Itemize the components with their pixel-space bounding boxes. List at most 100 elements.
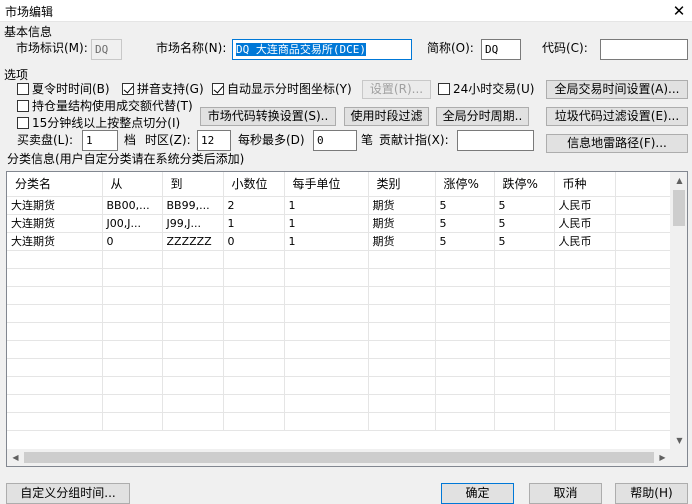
table-row[interactable]: 大连期货 BB00,... BB99,... 2 1 期货 5 5 人民币 (7, 196, 674, 215)
column-header[interactable]: 到 (162, 172, 224, 197)
table-cell (102, 250, 163, 269)
code-input[interactable] (600, 39, 688, 60)
max-per-second-input[interactable]: 0 (313, 130, 357, 151)
table-cell (554, 412, 616, 431)
horizontal-scrollbar[interactable]: ◀ ▶ (7, 449, 671, 466)
market-name-input[interactable]: DQ 大连商品交易所(DCE) (232, 39, 412, 60)
table-cell (368, 322, 436, 341)
table-cell: 0 (102, 232, 163, 251)
table-cell (102, 412, 163, 431)
table-cell (615, 358, 674, 377)
checkbox-box (17, 100, 29, 112)
column-header[interactable]: 小数位 (223, 172, 285, 197)
column-header[interactable]: 跌停% (494, 172, 555, 197)
table-cell (284, 394, 369, 413)
empty-table-row[interactable] (7, 304, 674, 323)
table-cell (284, 376, 369, 395)
table-cell (368, 286, 436, 305)
table-cell (494, 286, 555, 305)
table-cell: 1 (284, 232, 369, 251)
table-cell (223, 304, 285, 323)
table-cell (102, 340, 163, 359)
table-cell: 0 (223, 232, 285, 251)
table-cell: 5 (494, 196, 555, 215)
global-period-button[interactable]: 全局分时周期.. (436, 107, 529, 126)
empty-table-row[interactable] (7, 412, 674, 431)
bid-ask-input[interactable]: 1 (82, 130, 118, 151)
custom-group-time-button[interactable]: 自定义分组时间... (6, 483, 130, 504)
contribution-input[interactable] (457, 130, 534, 151)
column-header[interactable]: 涨停% (435, 172, 495, 197)
table-cell (494, 304, 555, 323)
pinyin-checkbox[interactable]: 拼音支持(G) (122, 82, 204, 98)
empty-table-row[interactable] (7, 358, 674, 377)
dst-checkbox[interactable]: 夏令时时间(B) (17, 82, 110, 98)
empty-table-row[interactable] (7, 268, 674, 287)
table-row[interactable]: 大连期货 0 ZZZZZZ 0 1 期货 5 5 人民币 (7, 232, 674, 251)
garbage-code-filter-button[interactable]: 垃圾代码过滤设置(E)... (546, 107, 688, 126)
scroll-right-icon[interactable]: ▶ (654, 449, 671, 466)
table-cell (162, 268, 224, 287)
options-group-label: 选项 (4, 68, 29, 82)
column-header[interactable]: 从 (102, 172, 163, 197)
scroll-down-icon[interactable]: ▼ (671, 432, 687, 449)
table-row[interactable]: 大连期货 J00,J... J99,J... 1 1 期货 5 5 人民币 (7, 214, 674, 233)
empty-table-row[interactable] (7, 394, 674, 413)
settings-button[interactable]: 设置(R)... (362, 80, 431, 99)
column-header[interactable]: 币种 (554, 172, 616, 197)
empty-table-row[interactable] (7, 376, 674, 395)
table-cell (615, 196, 674, 215)
vertical-scroll-thumb[interactable] (673, 190, 685, 226)
table-cell (284, 322, 369, 341)
table-cell (7, 268, 103, 287)
table-cell (615, 412, 674, 431)
short-name-input[interactable]: DQ (481, 39, 521, 60)
table-cell: 人民币 (554, 232, 616, 251)
24h-trading-checkbox[interactable]: 24小时交易(U) (438, 82, 534, 98)
global-trade-time-button[interactable]: 全局交易时间设置(A)... (546, 80, 688, 99)
category-table[interactable]: 分类名 从 到 小数位 每手单位 类别 涨停% 跌停% 币种 大连期货 BB00,… (6, 171, 688, 467)
scroll-left-icon[interactable]: ◀ (7, 449, 24, 466)
title-bar: 市场编辑 ✕ (0, 0, 692, 22)
table-cell (223, 340, 285, 359)
empty-table-row[interactable] (7, 250, 674, 269)
column-header[interactable]: 分类名 (7, 172, 103, 197)
close-icon[interactable]: ✕ (668, 1, 690, 21)
market-id-input[interactable]: DQ (91, 39, 122, 60)
table-cell (615, 376, 674, 395)
timezone-input[interactable]: 12 (197, 130, 231, 151)
help-button[interactable]: 帮助(H) (615, 483, 688, 504)
table-header-row: 分类名 从 到 小数位 每手单位 类别 涨停% 跌停% 币种 (7, 172, 674, 197)
use-period-filter-button[interactable]: 使用时段过滤 (344, 107, 429, 126)
ok-button[interactable]: 确定 (441, 483, 514, 504)
table-cell (102, 358, 163, 377)
max-per-second-label: 每秒最多(D) (238, 133, 305, 147)
info-mine-path-button[interactable]: 信息地雷路径(F)... (546, 134, 688, 153)
table-cell: 大连期货 (7, 214, 103, 233)
auto-chart-coords-checkbox[interactable]: 自动显示分时图坐标(Y) (212, 82, 352, 98)
table-cell (223, 376, 285, 395)
table-cell: 大连期货 (7, 232, 103, 251)
table-cell: 1 (223, 214, 285, 233)
table-cell (102, 376, 163, 395)
table-cell (162, 376, 224, 395)
table-cell: 人民币 (554, 196, 616, 215)
column-header[interactable]: 类别 (368, 172, 436, 197)
horizontal-scroll-thumb[interactable] (24, 452, 654, 463)
table-cell (615, 340, 674, 359)
empty-table-row[interactable] (7, 286, 674, 305)
scroll-up-icon[interactable]: ▲ (671, 172, 687, 189)
empty-table-row[interactable] (7, 340, 674, 359)
table-cell: 1 (284, 214, 369, 233)
column-header[interactable]: 每手单位 (284, 172, 369, 197)
empty-table-row[interactable] (7, 322, 674, 341)
bid-ask-label: 买卖盘(L): (17, 133, 74, 147)
table-cell (223, 286, 285, 305)
market-code-convert-button[interactable]: 市场代码转换设置(S).. (200, 107, 336, 126)
table-cell (162, 304, 224, 323)
cancel-button[interactable]: 取消 (529, 483, 602, 504)
code-label: 代码(C): (542, 41, 588, 55)
table-cell (7, 250, 103, 269)
open-interest-turnover-checkbox[interactable]: 持仓量结构使用成交额代替(T) (17, 99, 193, 115)
vertical-scrollbar[interactable]: ▲ ▼ (670, 172, 687, 449)
